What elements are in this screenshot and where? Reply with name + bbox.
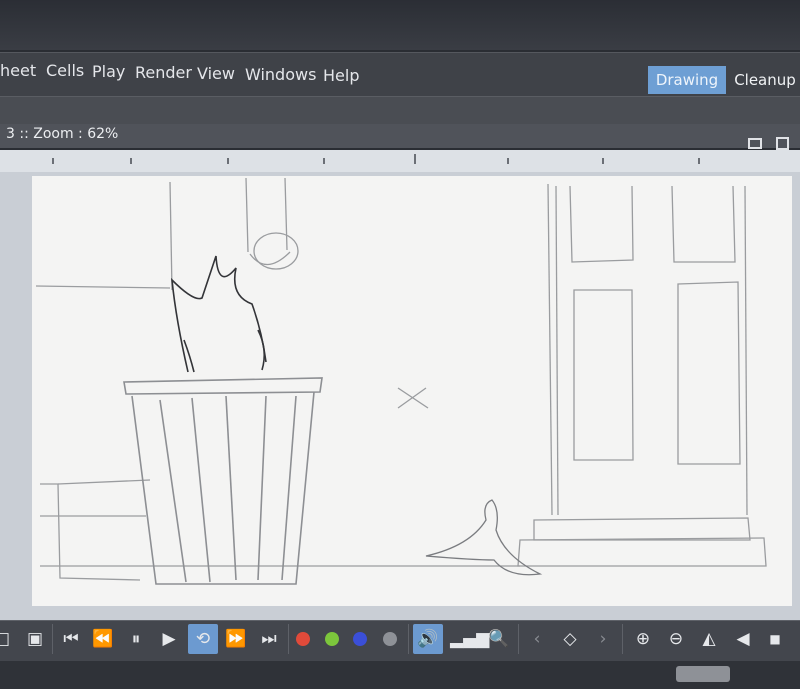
speaker-icon[interactable]: 🔊 [413,624,443,654]
separator [518,624,519,654]
prev-frame-button[interactable]: ⏪ [88,624,118,654]
green-channel-icon[interactable] [325,632,339,646]
zoom-in-icon[interactable]: ⊕ [628,624,658,654]
record-icon[interactable]: ■ [760,624,790,654]
trash-can [123,377,323,585]
banana-peel [425,499,543,576]
key-diamond-icon[interactable]: ◇ [555,624,585,654]
separator [52,624,53,654]
pause-button[interactable]: ⏸ [121,624,151,654]
zoom-out-icon[interactable]: ⊖ [661,624,691,654]
search-icon[interactable]: 🔍 [484,624,514,654]
last-frame-button[interactable]: ⏭ [254,624,284,654]
sketch-drawing [35,177,767,585]
light-table-icon[interactable]: ▣ [20,624,50,654]
scrollbar-thumb[interactable] [676,666,730,682]
loop-button[interactable]: ⟲ [188,624,218,654]
flip-horizontal-icon[interactable]: ◭ [694,624,724,654]
blue-channel-icon[interactable] [353,632,367,646]
level-meter-icon[interactable]: ▂▄▆ [450,624,489,654]
first-frame-button[interactable]: ⏮ [56,624,86,654]
next-frame-button[interactable]: ⏩ [221,624,251,654]
next-key-icon[interactable]: › [588,624,618,654]
separator [288,624,289,654]
red-channel-icon[interactable] [296,632,310,646]
alpha-channel-icon[interactable] [383,632,397,646]
onion-skin-icon[interactable]: □ [0,624,10,654]
flip-vertical-icon[interactable]: ◀ [728,624,758,654]
play-button[interactable]: ▶ [154,624,184,654]
separator [408,624,409,654]
sketch-lines [35,177,767,581]
separator [622,624,623,654]
prev-key-icon[interactable]: ‹ [522,624,552,654]
paper-flames [170,255,267,373]
